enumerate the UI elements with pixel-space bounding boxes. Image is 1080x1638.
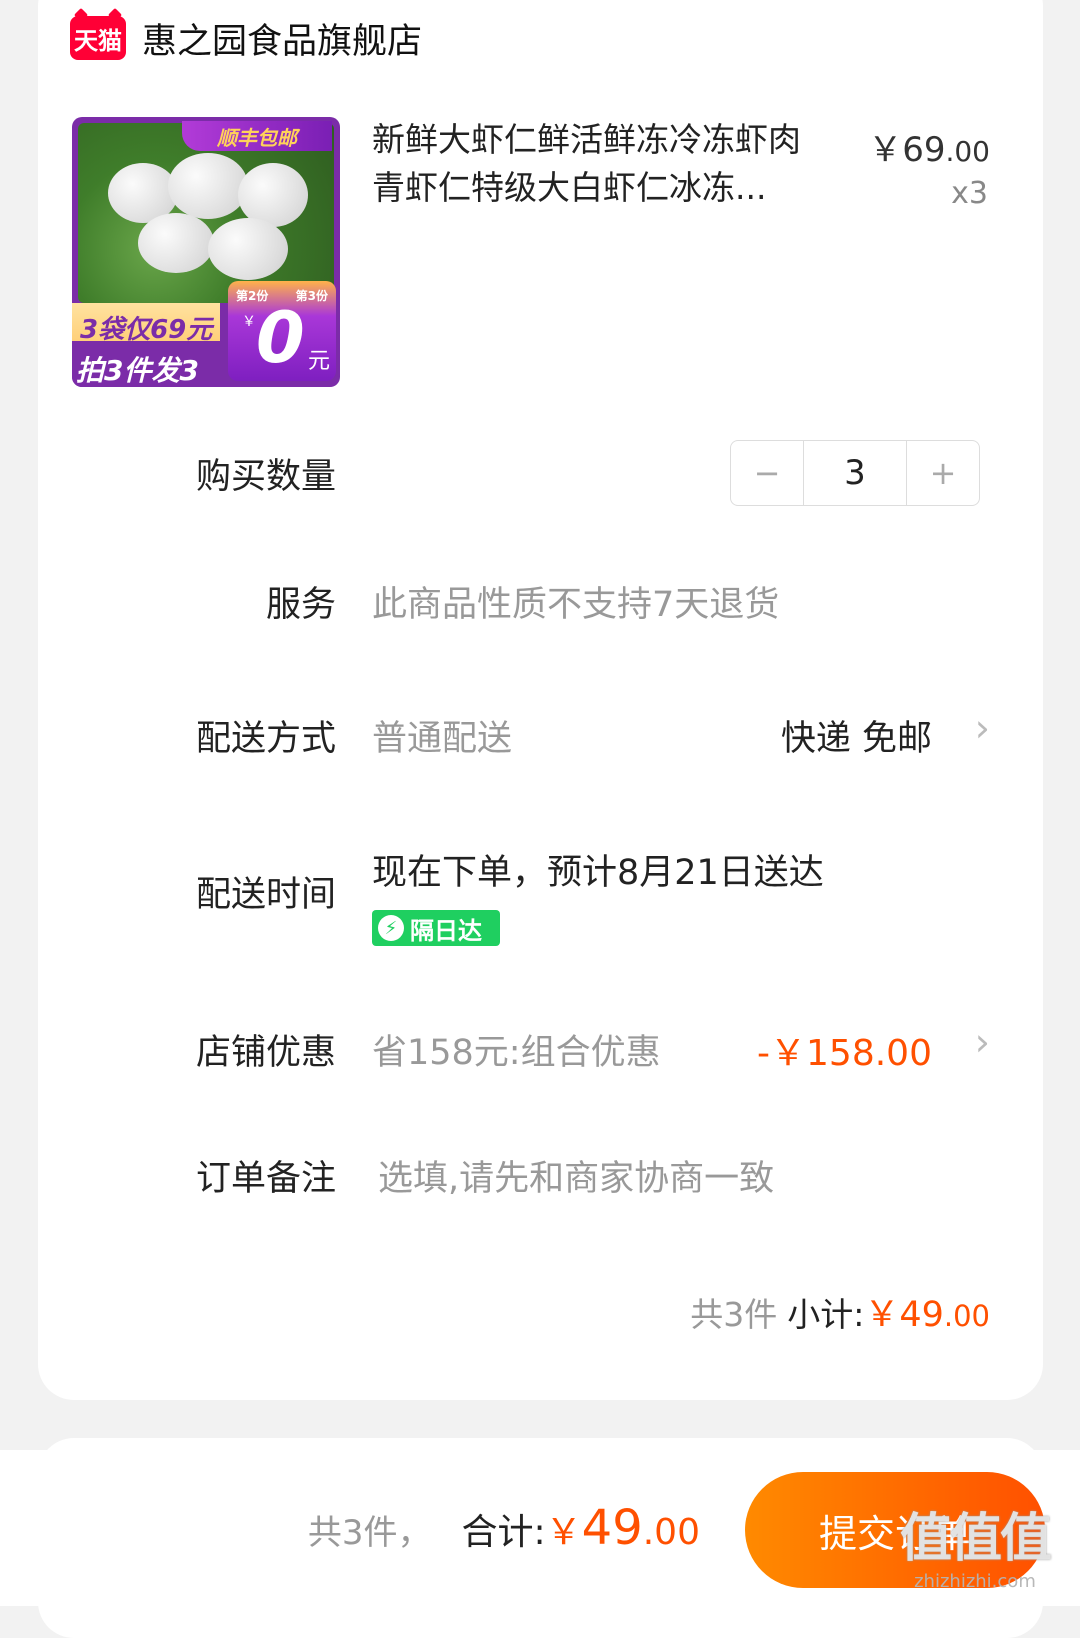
product-price: ￥69.00 xyxy=(868,130,990,170)
quantity-input[interactable]: 3 xyxy=(803,441,907,505)
quantity-stepper: − 3 + xyxy=(730,440,980,506)
delivery-method-text: 普通配送 xyxy=(372,719,513,759)
promo-banner-left: 3袋仅69元 拍3件发3袋 xyxy=(72,303,220,387)
tmall-logo-icon: 天猫 xyxy=(70,16,126,60)
chevron-right-icon[interactable]: › xyxy=(975,706,990,750)
quantity-label: 购买数量 xyxy=(195,457,336,497)
store-discount-text: 省158元:组合优惠 xyxy=(372,1033,661,1073)
store-header[interactable]: 天猫 惠之园食品旗舰店 xyxy=(70,10,422,66)
product-title[interactable]: 新鲜大虾仁鲜活鲜冻冷冻虾肉 青虾仁特级大白虾仁冰冻... xyxy=(372,116,842,212)
chevron-right-icon[interactable]: › xyxy=(975,1020,990,1064)
delivery-time-text: 现在下单，预计8月21日送达 xyxy=(372,853,824,893)
watermark: 值值值 zhizhizhi.com xyxy=(899,1509,1052,1592)
store-name[interactable]: 惠之园食品旗舰店 xyxy=(142,13,422,64)
promo-badge-zero: 第2份 第3份 ￥ 0 元 xyxy=(228,281,336,381)
order-note-input[interactable]: 选填,请先和商家协商一致 xyxy=(378,1150,774,1201)
subtotal: 共3件 小计: ￥49.00 xyxy=(690,1295,990,1335)
next-day-badge: ⚡ 隔日达 xyxy=(372,910,500,946)
increment-button[interactable]: + xyxy=(907,441,979,505)
promo-banner-top: 顺丰包邮 xyxy=(182,121,332,151)
order-note-label: 订单备注 xyxy=(195,1159,336,1199)
store-discount-value[interactable]: -￥158.00 xyxy=(757,1024,932,1076)
lightning-icon: ⚡ xyxy=(378,915,404,941)
decrement-button[interactable]: − xyxy=(731,441,803,505)
delivery-time-label: 配送时间 xyxy=(195,875,336,915)
store-discount-label: 店铺优惠 xyxy=(195,1033,336,1073)
checkout-bar: 共3件， 合计: ￥49.00 提交订单 值值值 zhizhizhi.com xyxy=(0,1450,1080,1606)
delivery-method-label: 配送方式 xyxy=(195,719,336,759)
delivery-method-value[interactable]: 快递 免邮 xyxy=(781,710,932,761)
service-text: 此商品性质不支持7天退货 xyxy=(372,585,780,625)
product-quantity: x3 xyxy=(951,176,988,211)
total-summary: 共3件， 合计: ￥49.00 xyxy=(307,1500,700,1556)
product-image[interactable]: 顺丰包邮 3袋仅69元 拍3件发3袋 第2份 第3份 ￥ 0 元 xyxy=(72,117,340,387)
service-label: 服务 xyxy=(265,585,336,625)
